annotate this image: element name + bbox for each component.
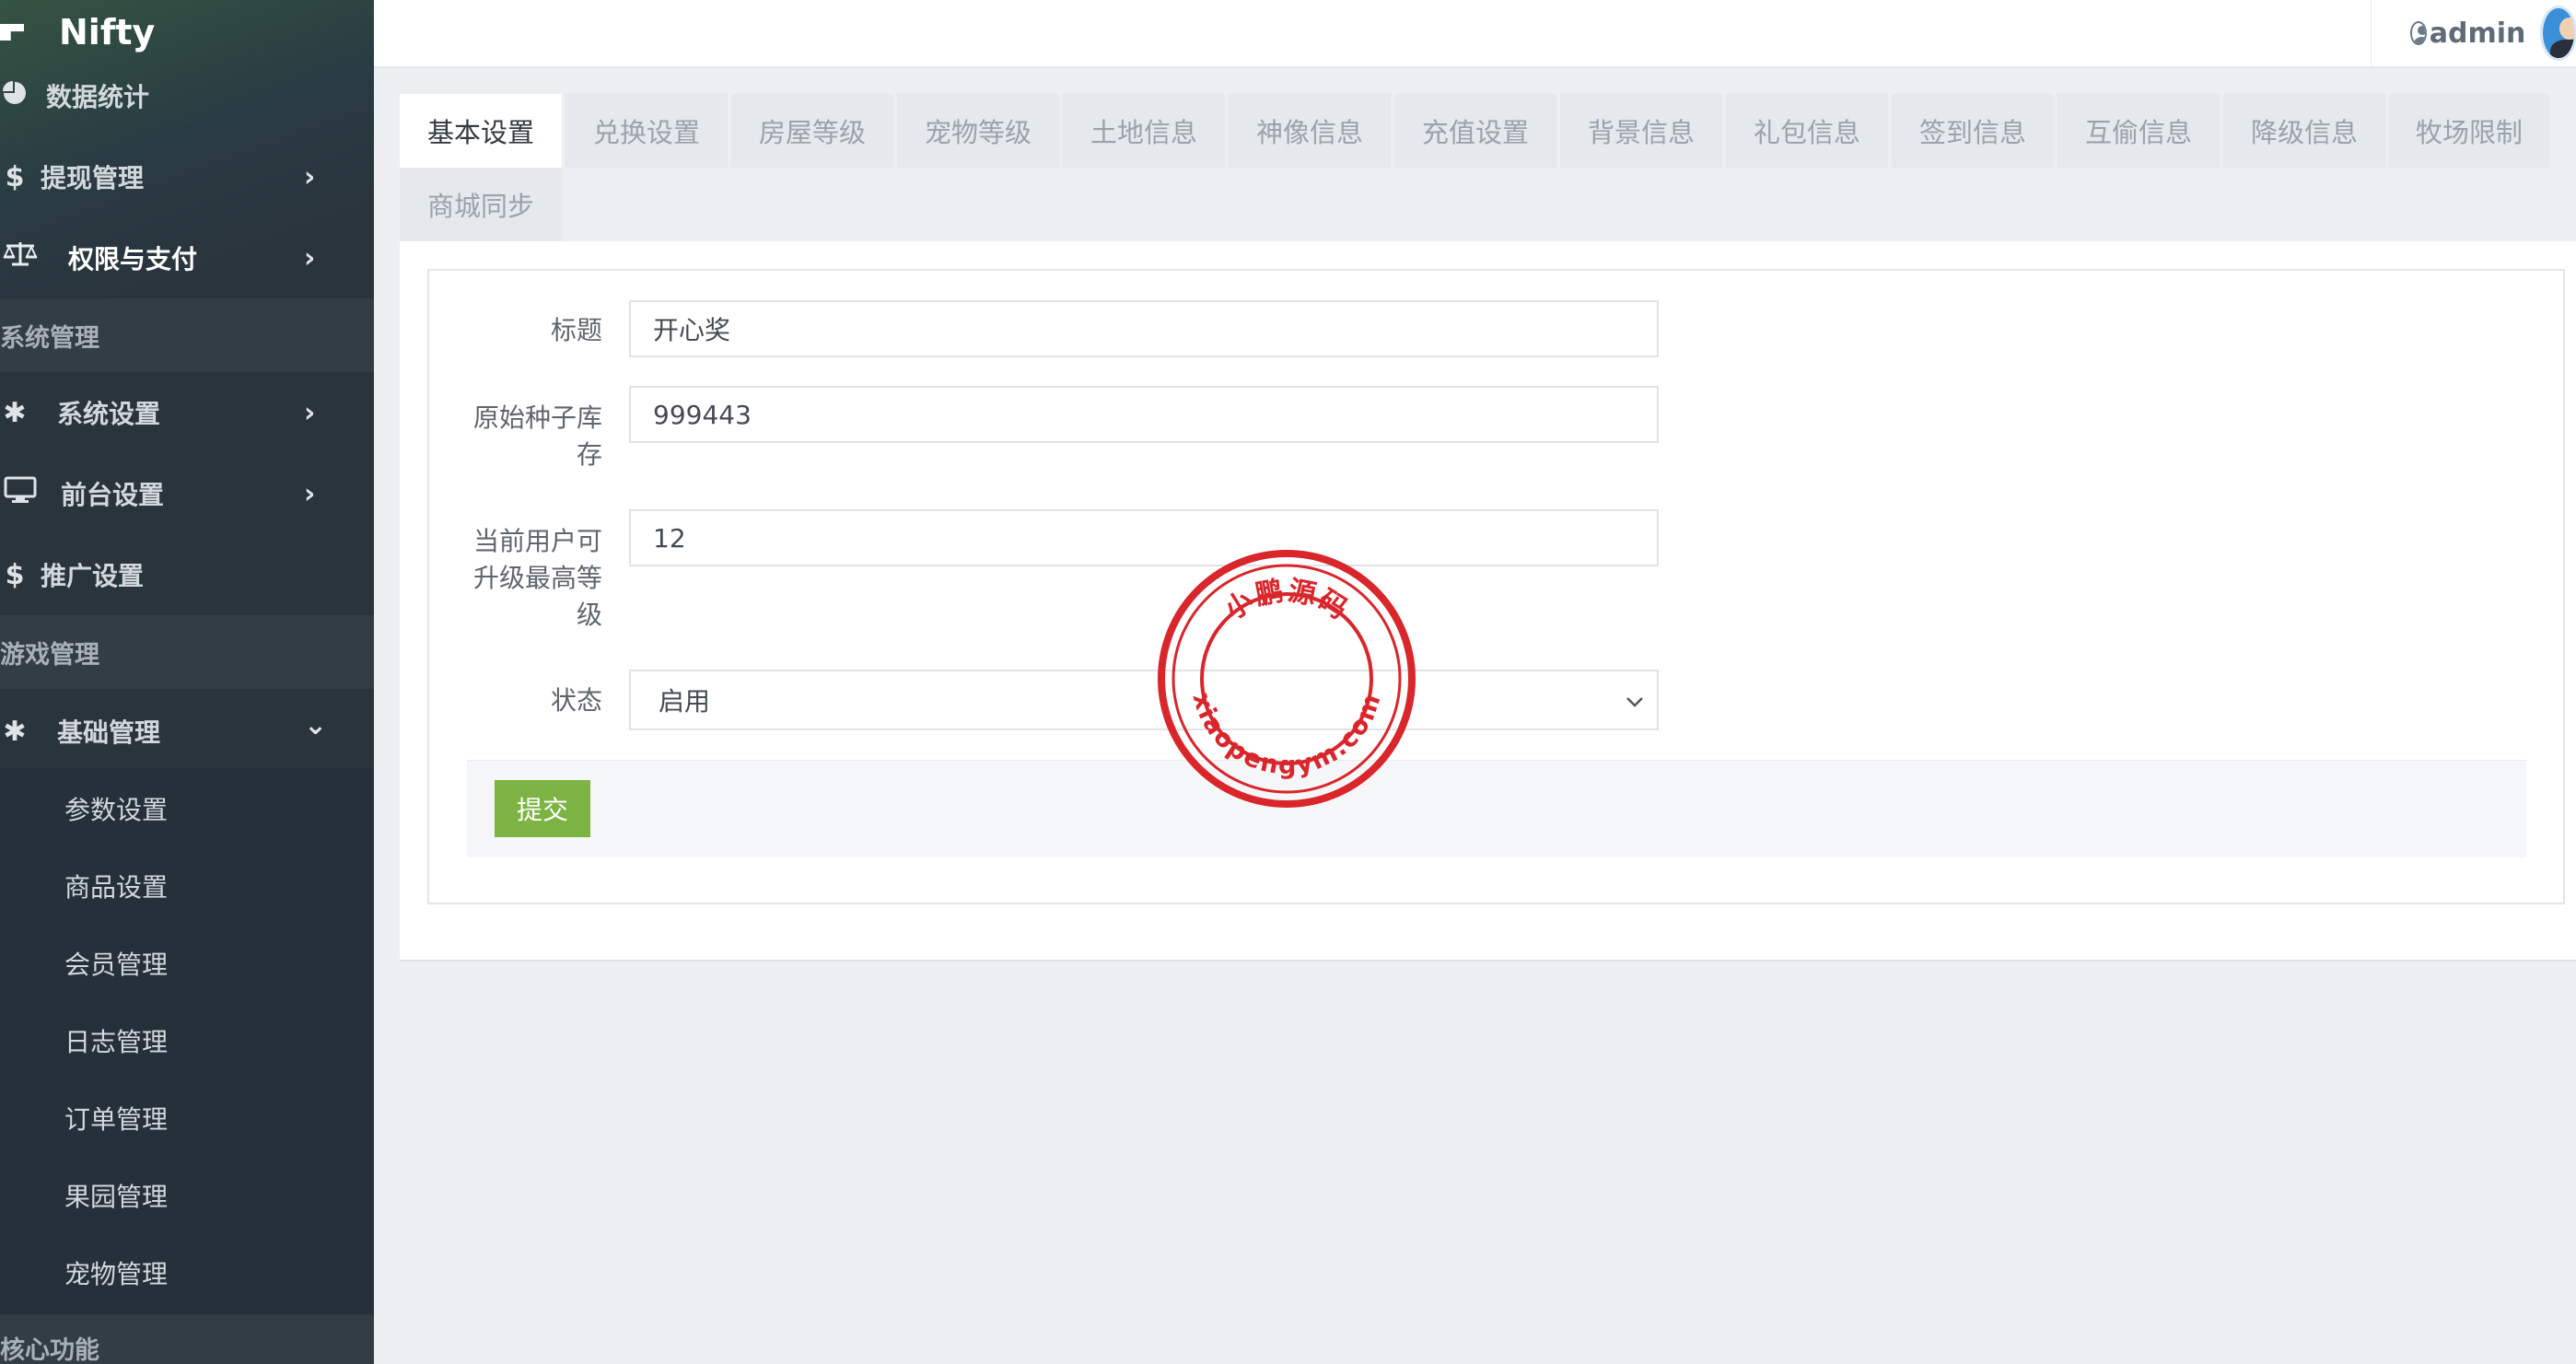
max-level-label-line3: 级 bbox=[576, 600, 602, 630]
sidebar-section-system: 系统管理 bbox=[0, 298, 374, 372]
tab-land-info[interactable]: 土地信息 bbox=[1063, 94, 1225, 168]
sidebar-item-label: 推广设置 bbox=[41, 561, 145, 591]
tab-ranch-limit[interactable]: 牧场限制 bbox=[2389, 94, 2549, 168]
brand-logo-icon bbox=[0, 20, 29, 44]
tab-gift-info[interactable]: 礼包信息 bbox=[1726, 94, 1888, 168]
watermark-stamp: 小鹏源码 xiaopengym.com bbox=[1157, 549, 1416, 809]
max-level-label-line1: 当前用户可 bbox=[472, 526, 602, 556]
stamp-text-top: 小鹏源码 bbox=[1218, 575, 1352, 627]
sidebar-subitem-label: 订单管理 bbox=[64, 1104, 169, 1135]
tab-basic-settings[interactable]: 基本设置 bbox=[400, 94, 562, 168]
tab-house-level[interactable]: 房屋等级 bbox=[731, 94, 893, 168]
chevron-right-icon: › bbox=[304, 396, 316, 429]
sidebar-subitem-members[interactable]: 会员管理 bbox=[0, 925, 374, 1002]
sidebar-item-withdraw[interactable]: $ 提现管理 › bbox=[0, 138, 374, 216]
sidebar-subitem-orchard[interactable]: 果园管理 bbox=[0, 1157, 374, 1234]
tab-recharge-settings[interactable]: 充值设置 bbox=[1394, 94, 1556, 168]
sidebar-item-label: 提现管理 bbox=[41, 163, 145, 193]
sidebar-subitem-goods[interactable]: 商品设置 bbox=[0, 847, 374, 925]
monitor-icon bbox=[2, 476, 39, 511]
user-menu[interactable]: admin bbox=[2371, 0, 2576, 66]
status-select[interactable]: 启用 bbox=[629, 670, 1659, 730]
seed-stock-label-line2: 存 bbox=[576, 439, 602, 470]
sidebar-item-label: 基础管理 bbox=[57, 717, 161, 748]
sidebar-subitem-logs[interactable]: 日志管理 bbox=[0, 1002, 374, 1079]
chevron-right-icon: › bbox=[304, 477, 316, 510]
tab-pet-level[interactable]: 宠物等级 bbox=[897, 94, 1059, 168]
tab-background-info[interactable]: 背景信息 bbox=[1560, 94, 1722, 168]
max-level-input[interactable]: 12 bbox=[629, 509, 1659, 566]
sidebar: Nifty 数据统计 $ 提现管理 › 权限与支付 › 系统管理 ✱ 系统设置 … bbox=[0, 0, 374, 1364]
username: admin bbox=[2429, 17, 2526, 50]
balance-scale-icon bbox=[2, 240, 39, 275]
tab-downgrade-info[interactable]: 降级信息 bbox=[2223, 94, 2385, 168]
dollar-icon: $ bbox=[5, 558, 25, 591]
sidebar-item-frontend-settings[interactable]: 前台设置 › bbox=[0, 455, 374, 532]
chevron-down-icon: ⌄ bbox=[304, 709, 328, 741]
top-navbar bbox=[374, 0, 2576, 68]
sidebar-item-label: 前台设置 bbox=[61, 480, 165, 510]
sidebar-item-label: 权限与支付 bbox=[68, 244, 198, 274]
sidebar-item-system-settings[interactable]: ✱ 系统设置 › bbox=[0, 374, 374, 451]
sidebar-subitem-label: 参数设置 bbox=[64, 795, 169, 825]
svg-text:小鹏源码: 小鹏源码 bbox=[1218, 575, 1354, 627]
brand[interactable]: Nifty bbox=[0, 0, 155, 64]
chevron-down-icon bbox=[1626, 688, 1644, 714]
chevron-right-icon: › bbox=[304, 160, 316, 193]
seed-stock-input[interactable]: 999443 bbox=[629, 386, 1659, 443]
sidebar-subitem-params[interactable]: 参数设置 bbox=[0, 770, 374, 847]
chevron-right-icon: › bbox=[304, 241, 316, 274]
sidebar-subitem-label: 商品设置 bbox=[64, 872, 169, 903]
status-label: 状态 bbox=[550, 685, 602, 716]
sidebar-item-label: 系统设置 bbox=[57, 399, 161, 429]
sidebar-item-permission-payment[interactable]: 权限与支付 › bbox=[0, 219, 374, 297]
user-icon bbox=[2410, 21, 2427, 45]
avatar[interactable] bbox=[2540, 6, 2576, 61]
sidebar-subitem-label: 果园管理 bbox=[64, 1182, 169, 1212]
pie-chart-icon bbox=[2, 80, 28, 112]
sidebar-subitem-label: 宠物管理 bbox=[64, 1259, 169, 1289]
max-level-label-line2: 升级最高等 bbox=[472, 563, 602, 593]
tab-exchange-settings[interactable]: 兑换设置 bbox=[565, 94, 728, 168]
gear-icon: ✱ bbox=[3, 715, 27, 748]
tab-mall-sync[interactable]: 商城同步 bbox=[400, 168, 562, 241]
sidebar-item-label: 数据统计 bbox=[46, 82, 150, 112]
status-select-value: 启用 bbox=[659, 686, 711, 717]
sidebar-item-stats[interactable]: 数据统计 bbox=[0, 57, 374, 134]
sidebar-section-core: 核心功能 bbox=[0, 1315, 374, 1364]
sidebar-subitem-label: 日志管理 bbox=[64, 1027, 169, 1057]
seed-stock-label-line1: 原始种子库 bbox=[472, 402, 602, 433]
tab-signin-info[interactable]: 签到信息 bbox=[1892, 94, 2054, 168]
gear-icon: ✱ bbox=[3, 396, 27, 429]
sidebar-subitem-pets[interactable]: 宠物管理 bbox=[0, 1234, 374, 1312]
dollar-icon: $ bbox=[5, 160, 25, 193]
submit-button[interactable]: 提交 bbox=[495, 780, 590, 837]
form-footer bbox=[467, 760, 2526, 857]
sidebar-subitem-orders[interactable]: 订单管理 bbox=[0, 1079, 374, 1157]
sidebar-section-game: 游戏管理 bbox=[0, 615, 374, 689]
title-input[interactable]: 开心奖 bbox=[629, 300, 1659, 357]
sidebar-item-basic-management[interactable]: ✱ 基础管理 ⌄ bbox=[0, 693, 374, 770]
sidebar-item-promotion[interactable]: $ 推广设置 bbox=[0, 536, 374, 613]
tab-mutual-steal-info[interactable]: 互偷信息 bbox=[2057, 94, 2220, 168]
title-label: 标题 bbox=[550, 315, 602, 345]
brand-name: Nifty bbox=[59, 12, 156, 52]
tab-statue-info[interactable]: 神像信息 bbox=[1229, 94, 1391, 168]
settings-tabs: 基本设置 兑换设置 房屋等级 宠物等级 土地信息 神像信息 充值设置 背景信息 … bbox=[400, 94, 2549, 241]
sidebar-subitem-label: 会员管理 bbox=[64, 950, 169, 980]
